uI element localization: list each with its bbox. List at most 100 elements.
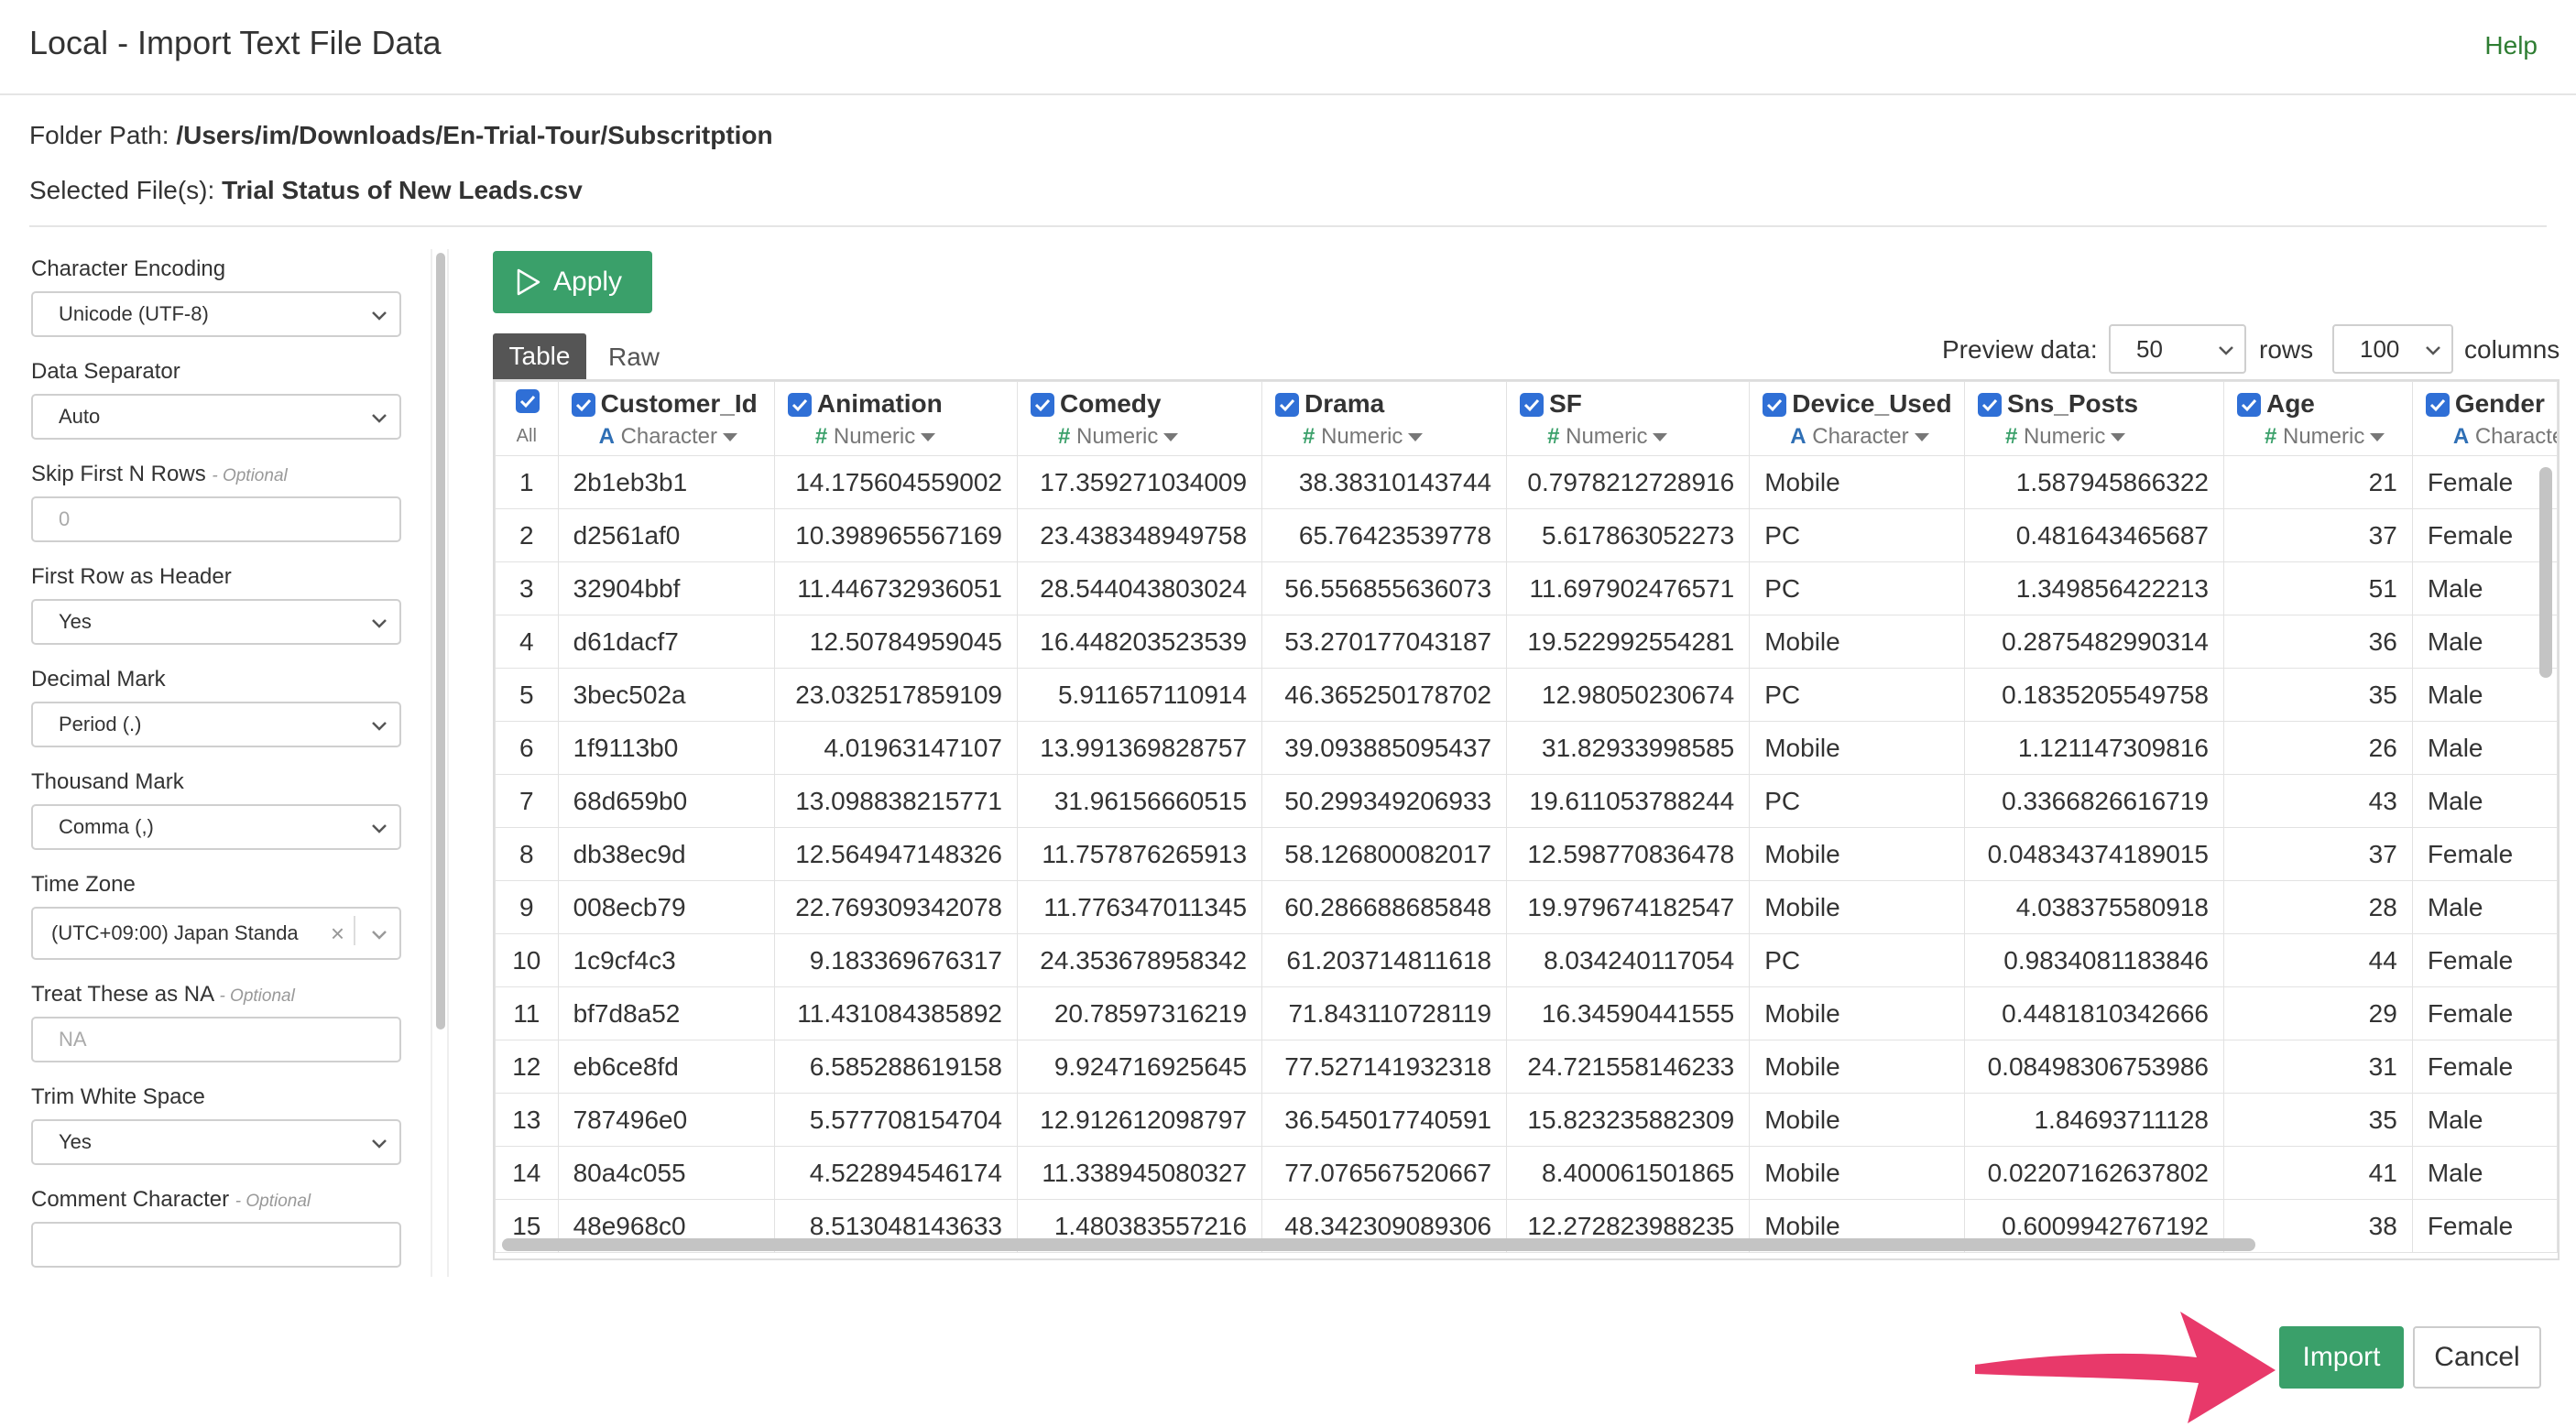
table-cell: 37 [2222,508,2413,562]
row-index: 1 [495,455,559,509]
table-cell: Female [2411,1199,2558,1253]
table-cell: 12.50784959045 [773,615,1019,669]
table-horizontal-scrollbar[interactable] [502,1238,2255,1251]
cancel-button[interactable]: Cancel [2413,1326,2541,1389]
apply-button[interactable]: Apply [493,251,652,313]
apply-label: Apply [553,267,623,297]
import-button[interactable]: Import [2279,1326,2404,1389]
table-cell: 80a4c055 [557,1146,775,1200]
character-type-icon: A [2452,424,2470,449]
encoding-select[interactable]: Unicode (UTF-8) [31,291,401,337]
preview-columns-value: 100 [2360,335,2400,363]
column-type-dropdown[interactable]: # Numeric [1547,424,1668,450]
table-cell: 23.438348949758 [1016,508,1263,562]
column-checkbox[interactable] [1763,393,1787,417]
column-type-label: Numeric [2023,424,2106,449]
chevron-down-icon [372,722,387,731]
chevron-down-icon [372,1139,387,1149]
column-checkbox[interactable] [1520,393,1545,417]
column-type-dropdown[interactable]: # Numeric [1058,424,1179,450]
table-cell: 1f9113b0 [557,721,775,775]
column-name: Sns_Posts [2006,389,2139,418]
column-checkbox[interactable] [1977,393,2002,417]
selected-files-value: Trial Status of New Leads.csv [222,176,583,204]
data-grid: All Customer_Id A Character Animation # Num… [495,381,2558,1253]
column-type-dropdown[interactable]: # Numeric [2265,424,2385,450]
table-cell: 12.564947148326 [773,827,1019,881]
table-cell: 2b1eb3b1 [557,455,775,509]
column-checkbox[interactable] [2425,393,2450,417]
table-cell: 11.338945080327 [1016,1146,1263,1200]
row-index: 3 [495,561,559,615]
table-cell: 6.585288619158 [773,1040,1019,1094]
column-checkbox[interactable] [2236,393,2261,417]
table-cell: Female [2411,455,2558,509]
table-cell: 0.3366826616719 [1963,774,2224,828]
column-type-label: Numeric [1076,424,1159,449]
column-name: Gender [2454,389,2545,418]
separator-select[interactable]: Auto [31,394,401,440]
column-type-dropdown[interactable]: A Character [2452,424,2557,450]
column-checkbox[interactable] [787,393,812,417]
column-type-dropdown[interactable]: A Character [1790,424,1929,450]
tab-table[interactable]: Table [493,333,586,379]
table-cell: 9.183369676317 [773,933,1019,987]
preview-columns-select[interactable]: 100 [2332,324,2453,374]
caret-down-icon [722,433,737,442]
column-checkbox[interactable] [571,393,595,417]
table-row: 2 d2561af0 10.398965567169 23.438348949758 6… [495,508,2558,562]
column-type-dropdown[interactable]: # Numeric [815,424,936,450]
numeric-type-icon: # [2264,424,2277,449]
table-cell: Mobile [1749,1040,1965,1094]
column-header: Customer_Id A Character [557,381,775,456]
column-name: Animation [816,389,943,418]
column-type-label: Numeric [833,424,916,449]
column-type-dropdown[interactable]: # Numeric [2005,424,2126,450]
folder-path: Folder Path: /Users/im/Downloads/En-Tria… [29,121,773,150]
table-cell: 8.034240117054 [1506,933,1751,987]
table-cell: 22.769309342078 [773,880,1019,934]
optional-tag: - Optional [235,1192,311,1211]
settings-scrollbar[interactable] [431,249,449,1277]
folder-path-label: Folder Path: [29,121,169,149]
trim-field: Trim White Space Yes [31,1083,402,1165]
table-cell: PC [1749,668,1965,722]
comment-input[interactable] [31,1222,401,1268]
table-cell: 1.349856422213 [1963,561,2224,615]
clear-icon[interactable]: × [331,909,344,958]
decimal-mark-select[interactable]: Period (.) [31,702,401,747]
column-type-label: Character [1812,424,1909,449]
decimal-mark-value: Period (.) [59,713,142,735]
column-type-dropdown[interactable]: A Character [599,424,737,450]
character-type-icon: A [598,424,615,449]
table-cell: 17.359271034009 [1016,455,1263,509]
table-cell: 39.093885095437 [1261,721,1508,775]
table-cell: 11.757876265913 [1016,827,1263,881]
trim-select[interactable]: Yes [31,1119,401,1165]
table-cell: PC [1749,933,1965,987]
select-all-checkbox[interactable] [516,389,540,413]
table-cell: 29 [2222,986,2413,1040]
header-row-select[interactable]: Yes [31,599,401,645]
table-cell: 11.697902476571 [1506,561,1751,615]
help-link[interactable]: Help [2484,31,2538,60]
column-checkbox[interactable] [1275,393,1300,417]
column-checkbox[interactable] [1031,393,1054,417]
table-cell: 0.08498306753986 [1963,1040,2224,1094]
table-row: 10 1c9cf4c3 9.183369676317 24.353678958342 6… [495,933,2558,987]
column-type-dropdown[interactable]: # Numeric [1303,424,1424,450]
thousand-mark-select[interactable]: Comma (,) [31,804,401,850]
table-cell: Mobile [1749,1146,1965,1200]
table-cell: 31.96156660515 [1016,774,1263,828]
table-vertical-scrollbar[interactable] [2539,467,2552,678]
comment-label-text: Comment Character [31,1187,230,1212]
na-input[interactable]: NA [31,1017,401,1062]
preview-rows-select[interactable]: 50 [2109,324,2246,374]
table-cell: 68d659b0 [557,774,775,828]
select-all-header: All [495,381,559,456]
table-cell: 1c9cf4c3 [557,933,775,987]
settings-scrollbar-thumb[interactable] [436,253,445,1029]
skip-rows-input[interactable]: 0 [31,496,401,542]
time-zone-select[interactable]: (UTC+09:00) Japan Standa × [31,907,401,960]
tab-raw[interactable]: Raw [608,343,660,372]
